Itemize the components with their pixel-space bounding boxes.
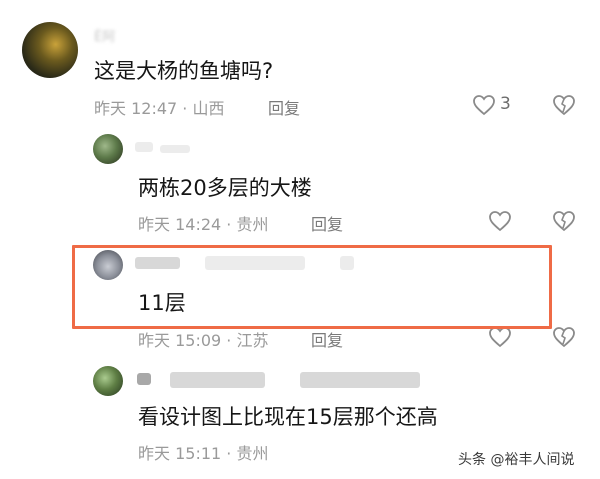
comment-meta: 昨天 15:11 · 贵州 — [138, 444, 269, 463]
comment-meta: 昨天 14:24 · 贵州 — [138, 215, 269, 234]
broken-heart-icon[interactable] — [552, 94, 576, 116]
like-count: 3 — [500, 94, 511, 114]
heart-outline-icon[interactable] — [472, 94, 496, 116]
comment-meta: 昨天 12:47 · 山西 — [94, 99, 225, 118]
avatar[interactable] — [93, 366, 123, 396]
broken-heart-icon[interactable] — [552, 326, 576, 348]
highlight-box — [72, 245, 552, 329]
reply-button[interactable]: 回复 — [268, 95, 300, 119]
reply-button[interactable]: 回复 — [311, 327, 343, 351]
username-blur — [135, 142, 153, 152]
comment-text: 这是大杨的鱼塘吗? — [94, 59, 274, 83]
heart-outline-icon[interactable] — [488, 210, 512, 232]
comment-meta: 昨天 15:09 · 江苏 — [138, 331, 269, 350]
reply-button[interactable]: 回复 — [311, 211, 343, 235]
heart-outline-icon[interactable] — [488, 326, 512, 348]
username-blur — [160, 145, 190, 153]
watermark: 头条 @裕丰人间说 — [458, 452, 575, 468]
avatar[interactable] — [22, 22, 78, 78]
avatar[interactable] — [93, 134, 123, 164]
comment-text: 两栋20多层的大楼 — [138, 176, 312, 200]
username-blur — [170, 372, 265, 388]
comment-text: 看设计图上比现在15层那个还高 — [138, 405, 438, 429]
broken-heart-icon[interactable] — [552, 210, 576, 232]
username[interactable]: Ё阿 — [94, 26, 115, 45]
username-blur — [300, 372, 420, 388]
username-blur — [137, 373, 151, 385]
